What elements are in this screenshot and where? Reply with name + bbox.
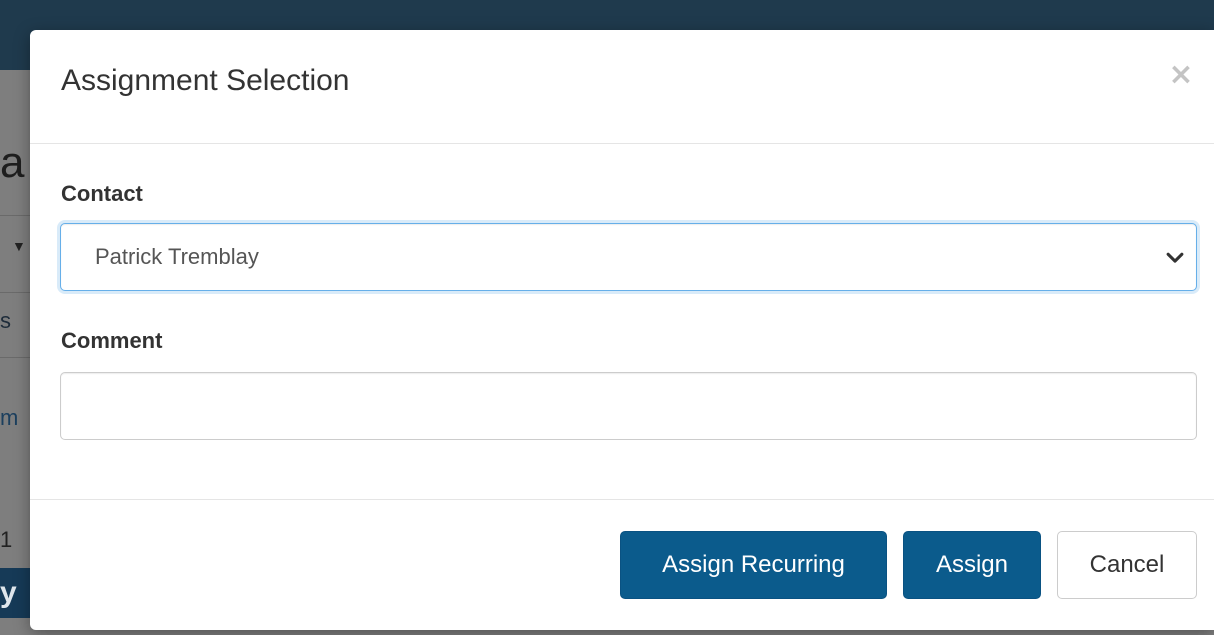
background-heading-fragment: a <box>0 138 25 187</box>
cancel-button[interactable]: Cancel <box>1057 531 1197 599</box>
modal-footer: Assign Recurring Assign Cancel <box>30 499 1214 631</box>
assign-button[interactable]: Assign <box>903 531 1041 599</box>
assignment-selection-modal: Assignment Selection × Contact Patrick T… <box>30 30 1214 630</box>
background-caret-icon: ▼ <box>12 238 26 254</box>
modal-title: Assignment Selection <box>61 64 350 97</box>
comment-input[interactable] <box>60 372 1197 440</box>
background-divider <box>0 215 30 216</box>
background-divider <box>0 292 30 293</box>
contact-select[interactable]: Patrick Tremblay <box>60 223 1197 291</box>
contact-label: Contact <box>61 181 143 206</box>
modal-header: Assignment Selection × <box>30 30 1214 144</box>
background-divider <box>0 357 30 358</box>
chevron-down-icon <box>1166 252 1184 263</box>
contact-select-value: Patrick Tremblay <box>95 244 259 269</box>
assign-recurring-button[interactable]: Assign Recurring <box>620 531 887 599</box>
close-button[interactable]: × <box>1166 60 1196 90</box>
comment-label: Comment <box>61 328 163 353</box>
background-bar-fragment: y <box>0 568 30 618</box>
background-text-fragment: 1 <box>0 527 13 552</box>
background-link-fragment: m <box>0 405 19 430</box>
close-icon: × <box>1168 57 1194 92</box>
background-text-fragment: s <box>0 308 11 333</box>
